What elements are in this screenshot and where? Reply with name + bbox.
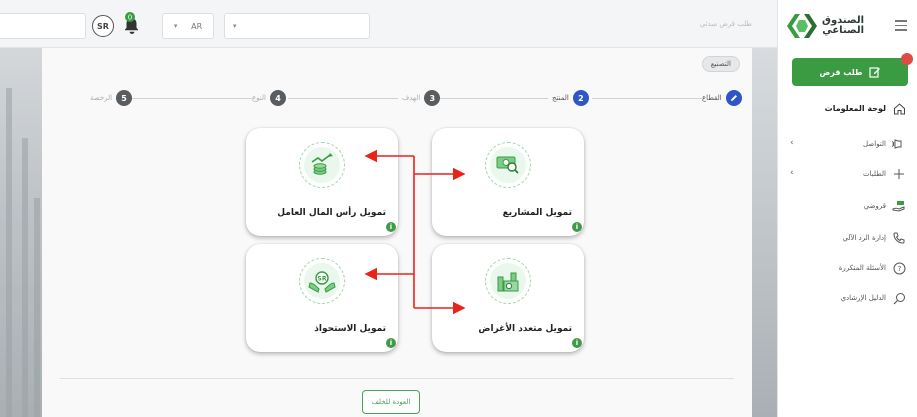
step-license[interactable]: 5 الرخصة <box>90 90 133 106</box>
language-select[interactable]: ▾ AR <box>162 13 214 39</box>
card-acquisition[interactable]: SR تمويل الاستحواذ i <box>246 244 398 352</box>
svg-text:?: ? <box>897 265 901 273</box>
sector-tag: التصنيع <box>701 56 740 72</box>
chevron-down-icon: ▾ <box>173 22 178 30</box>
step-label: المنتج <box>552 94 569 102</box>
currency-badge[interactable]: SR <box>92 15 114 37</box>
chevron-down-icon: ▾ <box>233 22 237 30</box>
card-multi-purpose[interactable]: تمويل متعدد الأغراض i <box>432 244 584 352</box>
step-sector[interactable]: القطاع <box>702 90 742 106</box>
factory-icon <box>490 263 526 299</box>
sidebar-item-label: الدليل الإرشادي <box>840 294 886 302</box>
step-number: 3 <box>424 90 441 106</box>
menu-icon[interactable] <box>895 20 907 31</box>
step-label: الرخصة <box>90 94 113 102</box>
sidebar-item-requests[interactable]: ‹ الطلبات <box>778 162 917 186</box>
logo-line2: الصناعي <box>822 25 865 36</box>
sidebar-item-auto-reply[interactable]: إدارة الرد الآلي <box>778 226 917 250</box>
sidebar-item-label: إدارة الرد الآلي <box>842 234 886 242</box>
sidebar-item-label: الأسئلة المتكررة <box>838 264 886 272</box>
sidebar-item-communication[interactable]: ‹ التواصل <box>778 132 917 156</box>
svg-text:0: 0 <box>128 14 132 22</box>
step-number: 5 <box>116 90 133 106</box>
brand-logo[interactable]: الصندوق الصناعي <box>786 12 868 40</box>
sidebar-item-label: التواصل <box>863 140 886 148</box>
chevron-left-icon: ‹ <box>790 168 794 178</box>
language-value: AR <box>191 21 203 31</box>
sidebar-item-faq[interactable]: الأسئلة المتكررة ? <box>778 256 917 280</box>
hands-sr-icon: SR <box>304 263 340 299</box>
new-loan-label: طلب قرض <box>819 67 863 77</box>
new-loan-button[interactable]: طلب قرض <box>792 53 913 86</box>
question-icon: ? <box>892 261 906 275</box>
step-label: النوع <box>252 94 266 102</box>
plus-icon <box>892 167 906 181</box>
megaphone-icon <box>892 137 906 151</box>
info-icon[interactable]: i <box>386 338 396 348</box>
sidebar: الصندوق الصناعي طلب قرض لوحة المعلومات ‹… <box>777 0 917 417</box>
step-goal[interactable]: 3 الهدف <box>402 90 441 106</box>
info-icon[interactable]: i <box>386 222 396 232</box>
card-title: تمويل رأس المال العامل <box>277 208 386 218</box>
step-number: 4 <box>269 90 286 106</box>
back-button[interactable]: العودة للخلف <box>362 390 420 414</box>
phone-icon <box>892 231 906 245</box>
chevron-left-icon: ‹ <box>790 138 794 148</box>
home-icon <box>892 101 906 115</box>
money-search-icon <box>490 147 526 183</box>
search-select[interactable]: ▾ <box>224 13 370 39</box>
coins-growth-icon <box>304 147 340 183</box>
card-project-financing[interactable]: تمويل المشاريع i <box>432 128 584 236</box>
sidebar-item-label: قروضي <box>863 202 886 210</box>
card-title: تمويل المشاريع <box>502 208 572 218</box>
svg-text:SR: SR <box>318 276 327 283</box>
edit-icon <box>868 67 880 78</box>
logo-icon <box>787 14 817 38</box>
background-image-right <box>752 48 777 417</box>
divider <box>60 378 734 379</box>
page-hint: طلب قرض مبدئي <box>699 20 752 28</box>
sidebar-item-label: لوحة المعلومات <box>824 103 886 113</box>
step-product[interactable]: 2 المنتج <box>552 90 589 106</box>
main-panel: التصنيع القطاع 2 المنتج 3 الهدف 4 النوع … <box>42 48 752 417</box>
card-title: تمويل الاستحواذ <box>314 324 386 334</box>
card-working-capital[interactable]: تمويل رأس المال العامل i <box>246 128 398 236</box>
card-title: تمويل متعدد الأغراض <box>478 324 572 334</box>
sidebar-item-dashboard[interactable]: لوحة المعلومات <box>778 96 917 120</box>
top-bar: SR 0 ▾ AR ▾ طلب قرض مبدئي <box>0 0 777 48</box>
notification-bell-icon[interactable]: 0 <box>118 10 146 38</box>
step-label: القطاع <box>702 94 722 102</box>
info-icon[interactable]: i <box>572 222 582 232</box>
progress-stepper: القطاع 2 المنتج 3 الهدف 4 النوع 5 الرخصة <box>72 88 744 108</box>
pencil-icon <box>725 90 742 106</box>
sidebar-item-my-loans[interactable]: قروضي <box>778 194 917 218</box>
hand-money-icon <box>892 199 906 213</box>
step-type[interactable]: 4 النوع <box>252 90 286 106</box>
info-icon[interactable]: i <box>572 338 582 348</box>
step-number: 2 <box>572 90 589 106</box>
notification-dot <box>901 53 913 65</box>
background-image-left <box>0 48 42 417</box>
sidebar-item-label: الطلبات <box>863 170 886 178</box>
search-icon <box>892 291 906 305</box>
step-label: الهدف <box>402 94 421 102</box>
sidebar-item-guide[interactable]: الدليل الإرشادي <box>778 286 917 310</box>
user-name-field[interactable] <box>0 13 86 39</box>
